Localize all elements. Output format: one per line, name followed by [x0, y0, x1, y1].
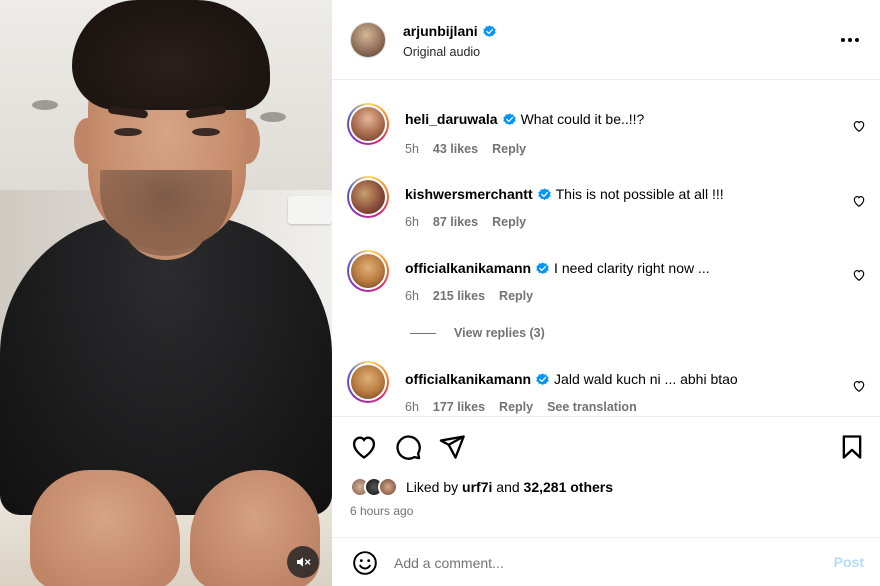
- comment-item: officialkanikamann Jald wald kuch ni ...…: [332, 361, 880, 416]
- likes-summary: Liked by urf7i and 32,281 others: [350, 477, 613, 497]
- comment-meta: 6h 215 likes Reply: [405, 289, 533, 303]
- person-eye: [114, 128, 142, 136]
- comment-username[interactable]: heli_daruwala: [405, 111, 498, 127]
- commenter-avatar[interactable]: [347, 103, 389, 145]
- comment-username[interactable]: officialkanikamann: [405, 371, 531, 387]
- commenter-avatar[interactable]: [347, 361, 389, 403]
- add-comment-bar: Post: [332, 537, 880, 586]
- heart-icon[interactable]: [852, 119, 866, 133]
- comment-meta: 6h 87 likes Reply: [405, 215, 526, 229]
- comment-time: 6h: [405, 215, 419, 229]
- commenter-avatar[interactable]: [347, 250, 389, 292]
- view-replies-dash: [410, 332, 436, 334]
- post-header: arjunbijlani Original audio: [332, 0, 880, 80]
- liker-avatar: [378, 477, 398, 497]
- comment-item: kishwersmerchantt This is not possible a…: [332, 176, 880, 240]
- see-translation-button[interactable]: See translation: [547, 400, 637, 414]
- person-shirt: [0, 215, 332, 515]
- reply-button[interactable]: Reply: [499, 400, 533, 414]
- liked-by-others[interactable]: 32,281 others: [524, 479, 614, 495]
- ceiling-light: [32, 100, 58, 110]
- liked-by-user[interactable]: urf7i: [462, 479, 492, 495]
- verified-badge-icon: [537, 187, 551, 200]
- liked-by-prefix: Liked by: [406, 479, 459, 495]
- comment-line: officialkanikamann Jald wald kuch ni ...…: [405, 371, 738, 387]
- comment-username[interactable]: officialkanikamann: [405, 260, 531, 276]
- comment-meta: 5h 43 likes Reply: [405, 142, 526, 156]
- speaker-muted-icon: [297, 557, 311, 567]
- post-panel: arjunbijlani Original audio heli_daruwal…: [332, 0, 880, 586]
- reply-button[interactable]: Reply: [499, 289, 533, 303]
- comment-likes[interactable]: 43 likes: [433, 142, 478, 156]
- view-replies-label: View replies (3): [454, 326, 545, 340]
- verified-badge-icon: [536, 372, 549, 385]
- comment-text: Jald wald kuch ni ... abhi btao: [554, 371, 738, 387]
- comment-item: heli_daruwala What could it be..!!? 5h 4…: [332, 103, 880, 167]
- commenter-avatar[interactable]: [347, 176, 389, 218]
- comment-likes[interactable]: 215 likes: [433, 289, 485, 303]
- reply-button[interactable]: Reply: [492, 215, 526, 229]
- comment-line: kishwersmerchantt This is not possible a…: [405, 186, 724, 202]
- liked-by-and: and: [496, 479, 520, 495]
- comment-meta: 6h 177 likes Reply See translation: [405, 400, 637, 414]
- comment-bubble-icon[interactable]: [394, 433, 422, 461]
- person-hair: [72, 0, 270, 110]
- air-conditioner: [288, 196, 332, 224]
- verified-badge-icon: [536, 261, 549, 274]
- mute-button[interactable]: [287, 546, 319, 578]
- reply-button[interactable]: Reply: [492, 142, 526, 156]
- author-row: arjunbijlani: [403, 23, 496, 39]
- post-time[interactable]: 6 hours ago: [350, 504, 413, 518]
- comment-input[interactable]: [394, 550, 794, 576]
- liker-avatars[interactable]: [350, 477, 398, 497]
- verified-badge-icon: [483, 24, 496, 37]
- view-replies-button[interactable]: View replies (3): [410, 326, 545, 340]
- original-audio-link[interactable]: Original audio: [403, 45, 480, 59]
- comment-text: This is not possible at all !!!: [555, 186, 724, 202]
- post-actions: Liked by urf7i and 32,281 others 6 hours…: [332, 416, 880, 536]
- more-options-button[interactable]: [838, 30, 862, 50]
- comment-text: What could it be..!!?: [520, 111, 645, 127]
- author-avatar[interactable]: [350, 22, 386, 58]
- comment-likes[interactable]: 87 likes: [433, 215, 478, 229]
- verified-badge-icon: [502, 112, 516, 125]
- comment-line: heli_daruwala What could it be..!!?: [405, 111, 644, 127]
- person-eye: [192, 128, 220, 136]
- bookmark-icon[interactable]: [838, 433, 866, 461]
- more-horizontal-icon: [841, 38, 859, 42]
- post-comment-button[interactable]: Post: [834, 554, 864, 570]
- comment-item: officialkanikamann I need clarity right …: [332, 250, 880, 314]
- heart-icon[interactable]: [852, 268, 866, 282]
- heart-icon[interactable]: [852, 194, 866, 208]
- smiley-icon[interactable]: [352, 550, 378, 576]
- comment-line: officialkanikamann I need clarity right …: [405, 260, 710, 276]
- comment-time: 5h: [405, 142, 419, 156]
- author-username[interactable]: arjunbijlani: [403, 23, 478, 39]
- paper-plane-icon[interactable]: [438, 433, 466, 461]
- comment-time: 6h: [405, 400, 419, 414]
- ceiling-light: [260, 112, 286, 122]
- comments-list[interactable]: heli_daruwala What could it be..!!? 5h 4…: [332, 81, 880, 416]
- comment-likes[interactable]: 177 likes: [433, 400, 485, 414]
- heart-icon[interactable]: [852, 379, 866, 393]
- comment-text: I need clarity right now ...: [554, 260, 710, 276]
- comment-time: 6h: [405, 289, 419, 303]
- comment-username[interactable]: kishwersmerchantt: [405, 186, 533, 202]
- reel-video[interactable]: [0, 0, 332, 586]
- heart-icon[interactable]: [350, 433, 378, 461]
